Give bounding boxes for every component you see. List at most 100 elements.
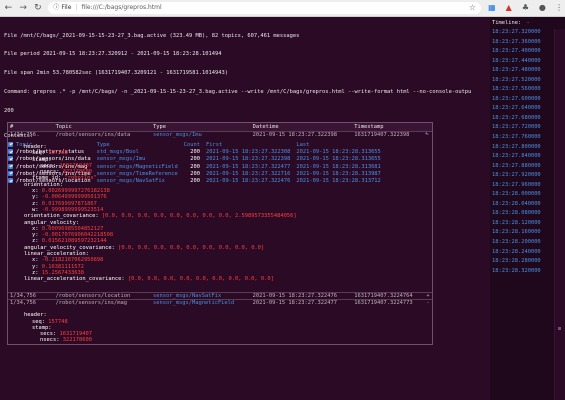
timeline-time-link[interactable]: 18:23:27.880000 [492,163,541,173]
message-datetime: 2021-09-15 18:23:27.322398 [250,130,353,138]
yaml-key: frame_id: [32,175,62,182]
col-datetime: Datetime [250,123,353,131]
mag-message-yaml: header: seq: 157748 stamp: secs: 16317194… [8,306,432,343]
yaml-key: orientation: [24,181,63,188]
address-bar[interactable]: ⓘ File | file:///C:/bags/grepros.html ☆ [48,2,482,14]
message-body: header: seq: 157748 stamp: secs: 16317194… [8,138,432,292]
yaml-value: "robotIns" [64,175,97,182]
yaml-value: 157748 [48,318,68,325]
expand-all-toggle[interactable]: + [425,131,428,137]
profile-icon[interactable]: ● [536,2,548,14]
timeline-time-link[interactable]: 18:23:28.280000 [492,258,541,268]
yaml-key: angular_velocity: [24,219,80,226]
yaml-value: 322178600 [62,169,92,176]
star-icon[interactable]: ☆ [469,3,476,11]
yaml-key: z: [32,200,39,207]
col-index: # [8,123,54,131]
timeline-time-link[interactable]: 18:23:28.040000 [492,201,541,211]
translate-icon[interactable]: ▦ [486,2,498,14]
yaml-key: secs: [40,162,57,169]
timeline-time-link[interactable]: 18:23:27.600000 [492,96,541,106]
collapse-toggle[interactable]: - [423,298,432,307]
timeline-time-link[interactable]: 18:23:28.160000 [492,229,541,239]
timeline-time-link[interactable]: 18:23:27.480000 [492,67,541,77]
yaml-key: y: [32,263,39,270]
reload-icon[interactable]: ↻ [32,2,45,15]
timeline-time-link[interactable]: 18:23:27.520000 [492,77,541,87]
imu-message-yaml: header: seq: 157748 stamp: secs: 16317194… [8,138,432,292]
timeline-time-link[interactable]: 18:23:27.440000 [492,58,541,68]
yaml-key: y: [32,232,39,239]
command-line: Command: grepros .* -p /mnt/C/bags/ -n _… [4,89,472,96]
back-icon[interactable]: ← [2,2,15,15]
col-type: Type [151,123,251,131]
file-info-line: File /mnt/C/bags/_2021-09-15-15-23-27_3.… [4,32,300,39]
file-icon: ⓘ [53,3,60,11]
yaml-key: z: [32,269,39,276]
yaml-value: [0.0, 0.0, 0.0, 0.0, 0.0, 0.0, 0.0, 0.0,… [118,244,265,251]
message-index: 1/34,756 [8,130,54,138]
col-timestamp: Timestamp [352,123,424,131]
yaml-key: angular_velocity_covariance: [24,244,115,251]
yaml-key: x: [32,257,39,264]
yaml-value: 1631719407 [59,162,92,169]
menu-icon[interactable]: ⋮ [553,2,565,14]
url-scheme: File [61,3,72,11]
yaml-value: -0.00649999999501376 [41,194,107,201]
message-row: 1/34,756 /robot/sensors/ins/data sensor_… [8,130,432,138]
yaml-value: 0.017699997871867 [41,200,97,207]
yaml-key: linear_acceleration: [24,251,89,258]
message-index: 1/34,756 [8,298,54,307]
message-datetime: 2021-09-15 18:23:27.322476 [250,291,353,300]
timeline-time-link[interactable]: 18:23:27.720000 [492,124,541,134]
timeline-time-link[interactable]: 18:23:27.360000 [492,39,541,49]
timeline-scroll-thumb[interactable] [558,327,561,330]
yaml-key: z: [32,238,39,245]
timeline-time-link[interactable]: 18:23:27.680000 [492,115,541,125]
timeline-time-link[interactable]: 18:23:27.560000 [492,86,541,96]
yaml-key: seq: [32,318,45,325]
message-type-link[interactable]: sensor_msgs/NavSatFix [151,291,251,300]
timeline-scrollbar[interactable] [554,29,565,400]
yaml-line: linear_acceleration_covariance: [0.0, 0.… [24,276,432,282]
yaml-value: 0.0026999997276182138 [41,188,110,195]
timeline-heading: Timeline: - [490,17,565,26]
yaml-value: 322178600 [62,337,92,344]
timeline-time-link[interactable]: 18:23:27.920000 [492,172,541,182]
timeline-time-link[interactable]: 18:23:27.320000 [492,29,541,39]
message-topic: /robot/sensors/ins/data [53,130,152,138]
expand-toggle[interactable]: + [423,291,432,300]
message-timestamp: 1631719407.3224764 [352,291,424,300]
timeline-time-link[interactable]: 18:23:27.760000 [492,134,541,144]
col-topic: Topic [53,123,152,131]
yaml-key: w: [32,206,39,213]
timeline-time-link[interactable]: 18:23:28.120000 [492,220,541,230]
message-type-link[interactable]: sensor_msgs/Imu [151,130,251,138]
timeline-time-link[interactable]: 18:23:28.000000 [492,191,541,201]
yaml-key: x: [32,188,39,195]
timeline-time-link[interactable]: 18:23:28.200000 [492,239,541,249]
message-index: 1/34,756 [8,291,54,300]
message-type-link[interactable]: sensor_msgs/MagneticField [151,298,251,307]
timeline-label: Timeline: [492,20,522,26]
timeline-time-link[interactable]: 18:23:28.240000 [492,249,541,259]
extension-icon[interactable]: ▲ [503,2,515,14]
yaml-value: 0.015621089597232144 [41,238,107,245]
timeline-time-link[interactable]: 18:23:28.320000 [492,268,541,278]
yaml-key: x: [32,225,39,232]
timeline-time-link[interactable]: 18:23:27.840000 [492,153,541,163]
message-timestamp: 1631719407.322398 [352,130,424,138]
timeline-toggle[interactable]: - [526,20,529,26]
timeline-time-link[interactable]: 18:23:27.800000 [492,144,541,154]
puzzle-icon[interactable]: ♣ [520,2,532,14]
timeline-time-link[interactable]: 18:23:27.400000 [492,48,541,58]
forward-icon[interactable]: → [17,2,30,15]
timeline-time-link[interactable]: 18:23:27.640000 [492,105,541,115]
message-topic: /robot/sensors/ins/mag [53,298,152,307]
timeline-time-link[interactable]: 18:23:27.960000 [492,182,541,192]
yaml-key: linear_acceleration_covariance: [24,276,125,283]
timeline-time-link[interactable]: 18:23:28.080000 [492,210,541,220]
yaml-key: nsecs: [40,169,60,176]
yaml-key: stamp: [32,156,52,163]
yaml-value: 15.2567433638 [41,269,84,276]
